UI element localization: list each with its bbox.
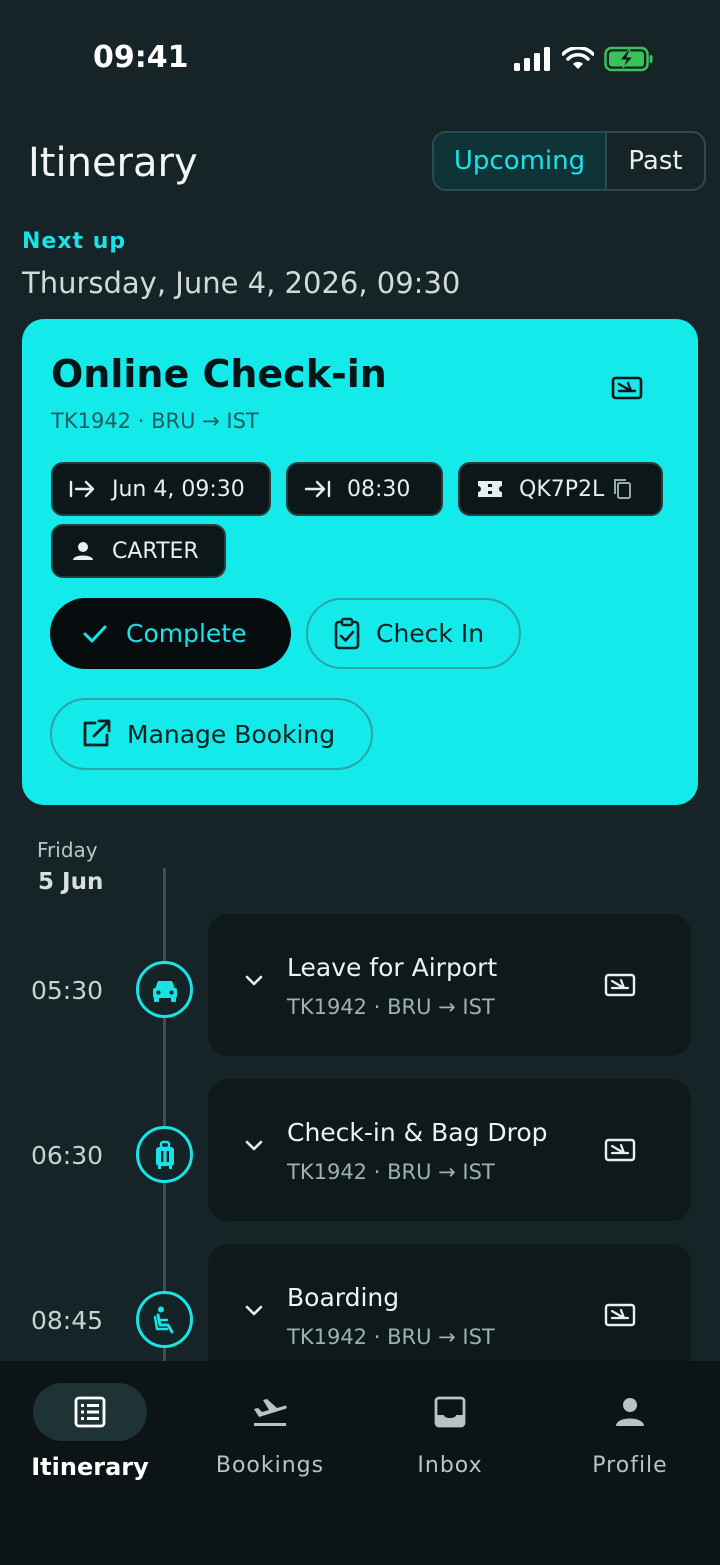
- status-icons: [514, 44, 654, 74]
- event-subtitle: TK1942 · BRU → IST: [287, 1160, 495, 1184]
- event-title: Leave for Airport: [287, 953, 498, 982]
- chevron-down-icon[interactable]: [244, 1304, 264, 1318]
- closes-chip-text: 08:30: [347, 476, 411, 502]
- nav-inbox-indicator: [393, 1383, 507, 1441]
- day-date: 5 Jun: [38, 869, 104, 895]
- car-icon: [152, 980, 177, 1002]
- tab-upcoming[interactable]: Upcoming: [434, 133, 607, 189]
- itinerary-segment-control: Upcoming Past: [432, 131, 706, 191]
- event-time: 08:45: [31, 1306, 104, 1335]
- event-card-checkin-bag-drop[interactable]: Check-in & Bag Drop TK1942 · BRU → IST: [208, 1079, 691, 1221]
- flight-icon: [254, 1399, 287, 1426]
- boarding-pass-icon[interactable]: [603, 1134, 637, 1166]
- manage-booking-label: Manage Booking: [127, 719, 336, 749]
- nav-bookings[interactable]: Bookings: [180, 1361, 360, 1501]
- person-icon: [73, 542, 93, 560]
- nav-inbox-label: Inbox: [417, 1453, 483, 1478]
- complete-button[interactable]: Complete: [50, 598, 291, 669]
- event-time: 05:30: [31, 976, 104, 1005]
- nav-itinerary-label: Itinerary: [31, 1453, 149, 1481]
- online-checkin-card[interactable]: Online Check-in TK1942 · BRU → IST Jun 4…: [22, 319, 698, 805]
- copy-icon[interactable]: [612, 477, 634, 501]
- nav-profile-label: Profile: [592, 1453, 668, 1478]
- nav-itinerary[interactable]: Itinerary: [0, 1361, 180, 1501]
- person-icon: [616, 1398, 644, 1426]
- event-node: [136, 961, 193, 1018]
- nav-itinerary-indicator: [33, 1383, 147, 1441]
- chevron-down-icon[interactable]: [244, 1139, 264, 1153]
- check-icon: [83, 625, 107, 642]
- chevron-down-icon[interactable]: [244, 974, 264, 988]
- boarding-pass-icon[interactable]: [610, 371, 644, 405]
- nav-inbox[interactable]: Inbox: [360, 1361, 540, 1501]
- event-card-leave-for-airport[interactable]: Leave for Airport TK1942 · BRU → IST: [208, 914, 691, 1056]
- nav-profile-indicator: [573, 1383, 687, 1441]
- list-icon: [74, 1396, 106, 1428]
- boarding-icon: [153, 1306, 173, 1333]
- booking-ref-text: QK7P2L: [519, 476, 605, 502]
- closes-chip: 08:30: [286, 462, 443, 516]
- event-time: 06:30: [31, 1141, 104, 1170]
- tab-past[interactable]: Past: [607, 133, 704, 189]
- ticket-icon: [478, 481, 502, 497]
- page-title: Itinerary: [28, 140, 198, 186]
- wifi-icon: [562, 47, 594, 69]
- battery-charging-icon: [604, 46, 653, 72]
- event-node: [136, 1291, 193, 1348]
- nav-bookings-label: Bookings: [215, 1453, 325, 1478]
- event-node: [136, 1126, 193, 1183]
- passenger-text: CARTER: [112, 538, 199, 564]
- next-up-label: Next up: [22, 229, 127, 254]
- complete-button-label: Complete: [126, 619, 247, 648]
- clipboard-check-icon: [334, 617, 360, 649]
- check-in-button[interactable]: Check In: [306, 598, 521, 669]
- event-subtitle: TK1942 · BRU → IST: [287, 995, 495, 1019]
- manage-booking-button[interactable]: Manage Booking: [50, 698, 373, 770]
- arrow-right-bar-icon: [69, 480, 95, 498]
- card-title: Online Check-in: [51, 352, 387, 396]
- event-title: Boarding: [287, 1283, 400, 1312]
- opens-chip-text: Jun 4, 09:30: [112, 476, 245, 502]
- booking-ref-chip[interactable]: QK7P2L: [458, 462, 663, 516]
- event-title: Check-in & Bag Drop: [287, 1118, 548, 1147]
- external-link-icon: [83, 719, 111, 747]
- nav-bookings-indicator: [213, 1383, 327, 1441]
- arrow-to-bar-icon: [304, 480, 331, 498]
- check-in-button-label: Check In: [376, 619, 485, 648]
- day-name: Friday: [37, 838, 98, 862]
- status-time: 09:41: [93, 40, 189, 75]
- card-subtitle: TK1942 · BRU → IST: [51, 409, 259, 433]
- event-subtitle: TK1942 · BRU → IST: [287, 1325, 495, 1349]
- opens-chip: Jun 4, 09:30: [51, 462, 271, 516]
- boarding-pass-icon[interactable]: [603, 1299, 637, 1331]
- signal-icon: [514, 47, 550, 71]
- next-up-date: Thursday, June 4, 2026, 09:30: [22, 266, 461, 300]
- inbox-icon: [434, 1396, 466, 1428]
- bottom-nav: Itinerary Bookings Inbox Profile: [0, 1361, 720, 1565]
- nav-profile[interactable]: Profile: [540, 1361, 720, 1501]
- boarding-pass-icon[interactable]: [603, 969, 637, 1001]
- luggage-icon: [155, 1140, 174, 1169]
- passenger-chip: CARTER: [51, 524, 226, 578]
